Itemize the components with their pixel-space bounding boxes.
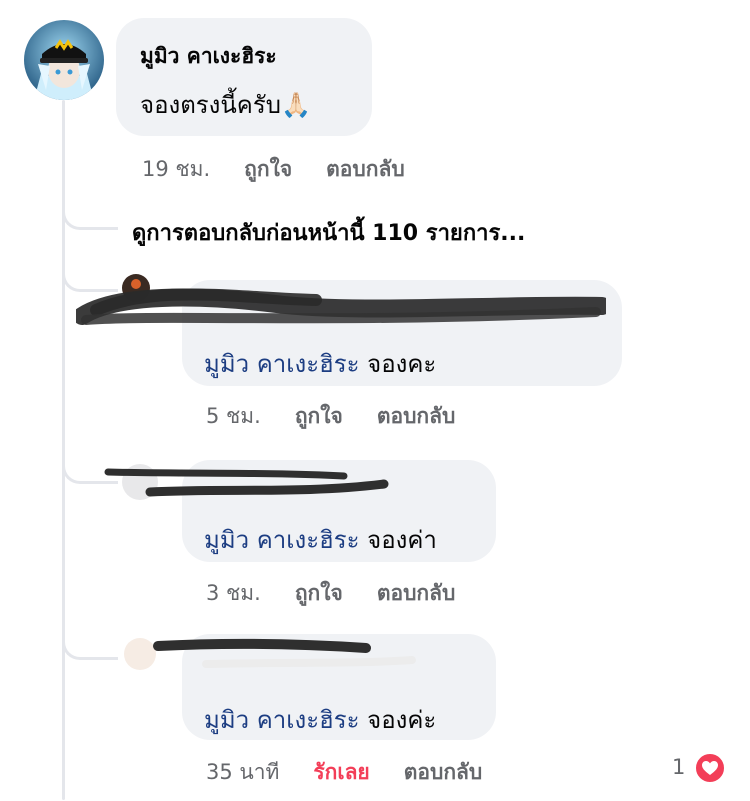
reply-text: จองค่า [367,526,437,554]
reply-text-row: มูมิว คาเงะฮิระ จองค่ะ [204,700,436,739]
reply-text: จองคะ [367,350,437,378]
reply-time[interactable]: 35 นาที [206,756,279,789]
thread-branch [62,200,118,230]
reply-mention-link[interactable]: มูมิว คาเงะฮิระ [204,706,360,734]
reply-reply-button[interactable]: ตอบกลับ [377,400,456,433]
reaction-count[interactable]: 1 [672,755,685,779]
redaction-scribble-icon [76,274,606,325]
reply-reply-button[interactable]: ตอบกลับ [404,756,483,789]
reply-like-button[interactable]: ถูกใจ [295,577,343,610]
pray-emoji-icon: 🙏🏻 [280,91,311,119]
reply-reply-button[interactable]: ตอบกลับ [377,577,456,610]
reply-mention-link[interactable]: มูมิว คาเงะฮิระ [204,350,360,378]
comment-reply-button[interactable]: ตอบกลับ [326,153,405,186]
avatar-image-icon [24,20,104,100]
reply-like-button[interactable]: ถูกใจ [295,400,343,433]
comment-author[interactable]: มูมิว คาเงะฮิระ [140,40,348,73]
reply-meta: 5 ชม. ถูกใจ ตอบกลับ [206,400,455,433]
comment-meta: 19 ชม. ถูกใจ ตอบกลับ [142,153,405,186]
reply-text-row: มูมิว คาเงะฮิระ จองคะ [204,344,436,383]
comment-text-row: จองตรงนี้ครับ🙏🏻 [140,85,348,124]
comment-text: จองตรงนี้ครับ [140,91,281,119]
comment-bubble: มูมิว คาเงะฮิระ จองตรงนี้ครับ🙏🏻 [116,18,372,136]
reply-time[interactable]: 5 ชม. [206,400,261,433]
reply-time[interactable]: 3 ชม. [206,577,261,610]
avatar[interactable] [24,20,104,100]
reply-meta: 35 นาที รักเลย ตอบกลับ [206,756,482,789]
thread-branch [62,630,118,660]
reply-meta: 3 ชม. ถูกใจ ตอบกลับ [206,577,455,610]
comment-time[interactable]: 19 ชม. [142,153,210,186]
heart-icon[interactable] [694,752,726,784]
comment-like-button[interactable]: ถูกใจ [244,153,292,186]
reply-love-button[interactable]: รักเลย [313,756,369,789]
reply-mention-link[interactable]: มูมิว คาเงะฮิระ [204,526,360,554]
reply-text: จองค่ะ [367,706,437,734]
redaction-scribble-icon [124,638,416,670]
reply-text-row: มูมิว คาเงะฮิระ จองค่า [204,520,437,559]
redaction-scribble-icon [104,464,389,500]
view-previous-replies-link[interactable]: ดูการตอบกลับก่อนหน้านี้ 110 รายการ... [132,215,525,250]
